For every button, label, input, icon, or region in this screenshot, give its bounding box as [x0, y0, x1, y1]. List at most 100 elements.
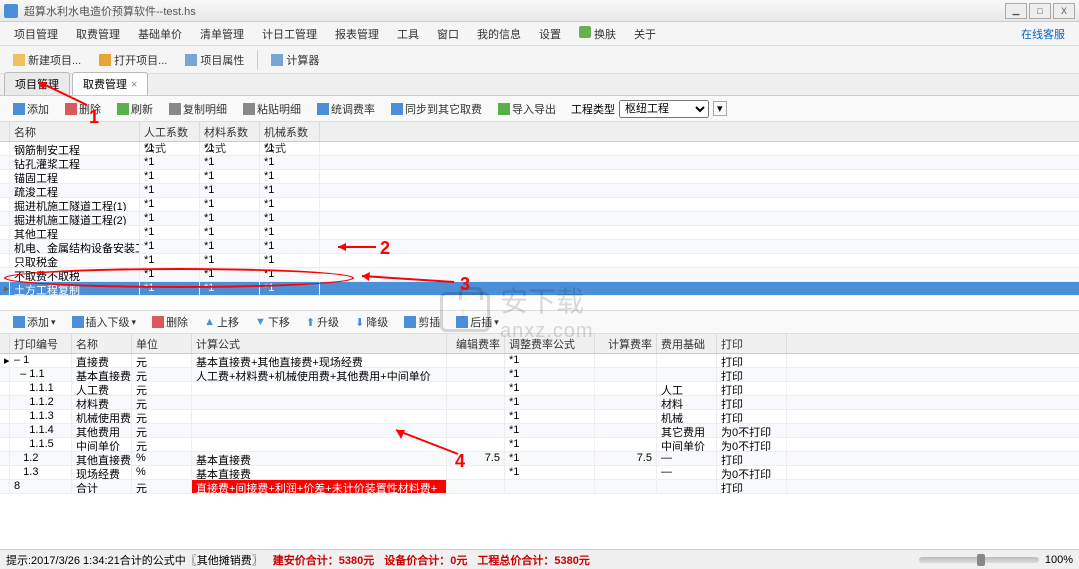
cell-name[interactable]: 基本直接费: [72, 368, 132, 381]
cell-f3[interactable]: *1: [260, 240, 320, 253]
upper-grid-row[interactable]: 钢筋制安工程*1*1*1: [0, 142, 1079, 156]
cell-f1[interactable]: *1: [140, 254, 200, 267]
cell-base[interactable]: 其它费用: [657, 424, 717, 437]
move-up-button[interactable]: ▲上移: [197, 311, 246, 333]
menu-list[interactable]: 清单管理: [192, 23, 252, 45]
detail-delete-button[interactable]: 删除: [145, 311, 195, 333]
cell-calcrate[interactable]: [595, 382, 657, 395]
cell-f3[interactable]: *1: [260, 184, 320, 197]
menu-skin[interactable]: 换肤: [571, 23, 624, 45]
col-editrate-header[interactable]: 编辑费率: [447, 334, 505, 353]
cell-f3[interactable]: *1: [260, 156, 320, 169]
cell-f2[interactable]: *1: [200, 240, 260, 253]
cell-f2[interactable]: *1: [200, 282, 260, 295]
cell-print[interactable]: 打印: [717, 354, 787, 367]
cell-editrate[interactable]: [447, 382, 505, 395]
cell-printno[interactable]: 1.1.3: [10, 410, 72, 423]
cell-name[interactable]: 其他费用: [72, 424, 132, 437]
copy-detail-button[interactable]: 复制明细: [162, 98, 234, 120]
cell-adjformula[interactable]: *1: [505, 424, 595, 437]
refresh-button[interactable]: 刷新: [110, 98, 160, 120]
cell-base[interactable]: —: [657, 466, 717, 479]
cell-editrate[interactable]: [447, 466, 505, 479]
cell-f2[interactable]: *1: [200, 212, 260, 225]
lower-grid-row[interactable]: 1.3现场经费%基本直接费*1—为0不打印: [0, 466, 1079, 480]
cell-calcrate[interactable]: [595, 410, 657, 423]
cell-f2[interactable]: *1: [200, 268, 260, 281]
upper-grid-row[interactable]: 其他工程*1*1*1: [0, 226, 1079, 240]
promote-button[interactable]: ⬆升级: [299, 311, 346, 333]
cell-f2[interactable]: *1: [200, 170, 260, 183]
cell-name[interactable]: 人工费: [72, 382, 132, 395]
calculator-button[interactable]: 计算器: [264, 48, 326, 72]
cut-button[interactable]: 剪插: [397, 311, 447, 333]
adjust-rate-button[interactable]: 统调费率: [310, 98, 382, 120]
cell-f2[interactable]: *1: [200, 198, 260, 211]
upper-grid-row[interactable]: 只取税金*1*1*1: [0, 254, 1079, 268]
cell-unit[interactable]: 元: [132, 368, 192, 381]
cell-print[interactable]: 打印: [717, 382, 787, 395]
menu-project[interactable]: 项目管理: [6, 23, 66, 45]
cell-formula[interactable]: 基本直接费: [192, 466, 447, 479]
menu-tools[interactable]: 工具: [389, 23, 427, 45]
paste-button[interactable]: 后插▾: [449, 311, 506, 333]
move-down-button[interactable]: ▼下移: [248, 311, 297, 333]
menu-settings[interactable]: 设置: [531, 23, 569, 45]
lower-grid-row[interactable]: 1.1.3机械使用费元*1机械打印: [0, 410, 1079, 424]
upper-grid-row[interactable]: 不取费不取税*1*1*1: [0, 268, 1079, 282]
insert-below-button[interactable]: 插入下级▾: [65, 311, 144, 333]
cell-print[interactable]: 打印: [717, 480, 787, 493]
cell-editrate[interactable]: 7.5: [447, 452, 505, 465]
lower-grid-row[interactable]: – 1.1基本直接费元人工费+材料费+机械使用费+其他费用+中间单价*1打印: [0, 368, 1079, 382]
cell-f1[interactable]: *1: [140, 268, 200, 281]
cell-formula[interactable]: [192, 396, 447, 409]
col-adjformula-header[interactable]: 调整费率公式: [505, 334, 595, 353]
close-button[interactable]: X: [1053, 3, 1075, 19]
upper-grid-row[interactable]: 疏浚工程*1*1*1: [0, 184, 1079, 198]
cell-f2[interactable]: *1: [200, 254, 260, 267]
cell-name[interactable]: 机械使用费: [72, 410, 132, 423]
cell-printno[interactable]: 1.1.1: [10, 382, 72, 395]
add-button[interactable]: 添加: [6, 98, 56, 120]
cell-f1[interactable]: *1: [140, 240, 200, 253]
cell-name[interactable]: 其他工程: [10, 226, 140, 239]
demote-button[interactable]: ⬇降级: [348, 311, 395, 333]
delete-button[interactable]: 删除: [58, 98, 108, 120]
cell-f2[interactable]: *1: [200, 184, 260, 197]
cell-f3[interactable]: *1: [260, 254, 320, 267]
cell-name[interactable]: 只取税金: [10, 254, 140, 267]
cell-unit[interactable]: 元: [132, 480, 192, 493]
cell-f1[interactable]: *1: [140, 156, 200, 169]
cell-unit[interactable]: 元: [132, 382, 192, 395]
cell-base[interactable]: 人工: [657, 382, 717, 395]
cell-print[interactable]: 打印: [717, 452, 787, 465]
cell-calcrate[interactable]: [595, 438, 657, 451]
upper-grid-row[interactable]: 掘进机施工隧道工程(1)*1*1*1: [0, 198, 1079, 212]
lower-grid-row[interactable]: ▸– 1直接费元基本直接费+其他直接费+现场经费*1打印: [0, 354, 1079, 368]
cell-editrate[interactable]: [447, 480, 505, 493]
cell-formula[interactable]: [192, 410, 447, 423]
cell-f3[interactable]: *1: [260, 268, 320, 281]
cell-f2[interactable]: *1: [200, 142, 260, 155]
cell-adjformula[interactable]: *1: [505, 438, 595, 451]
new-project-button[interactable]: 新建项目...: [6, 48, 88, 72]
cell-f3[interactable]: *1: [260, 226, 320, 239]
paste-detail-button[interactable]: 粘贴明细: [236, 98, 308, 120]
cell-name[interactable]: 土方工程复制: [10, 282, 140, 295]
maximize-button[interactable]: □: [1029, 3, 1051, 19]
menu-myinfo[interactable]: 我的信息: [469, 23, 529, 45]
cell-editrate[interactable]: [447, 368, 505, 381]
col-print-header[interactable]: 打印: [717, 334, 787, 353]
zoom-thumb[interactable]: [977, 554, 985, 566]
cell-base[interactable]: 材料: [657, 396, 717, 409]
cell-f3[interactable]: *1: [260, 212, 320, 225]
col-calcrate-header[interactable]: 计算费率: [595, 334, 657, 353]
col-f1-header[interactable]: 人工系数公式: [140, 122, 200, 141]
lower-grid-row[interactable]: 1.1.1人工费元*1人工打印: [0, 382, 1079, 396]
import-export-button[interactable]: 导入导出: [491, 98, 563, 120]
tab-fee[interactable]: 取费管理×: [72, 72, 148, 95]
cell-calcrate[interactable]: 7.5: [595, 452, 657, 465]
project-props-button[interactable]: 项目属性: [178, 48, 251, 72]
cell-formula[interactable]: 人工费+材料费+机械使用费+其他费用+中间单价: [192, 368, 447, 381]
col-lname-header[interactable]: 名称: [72, 334, 132, 353]
